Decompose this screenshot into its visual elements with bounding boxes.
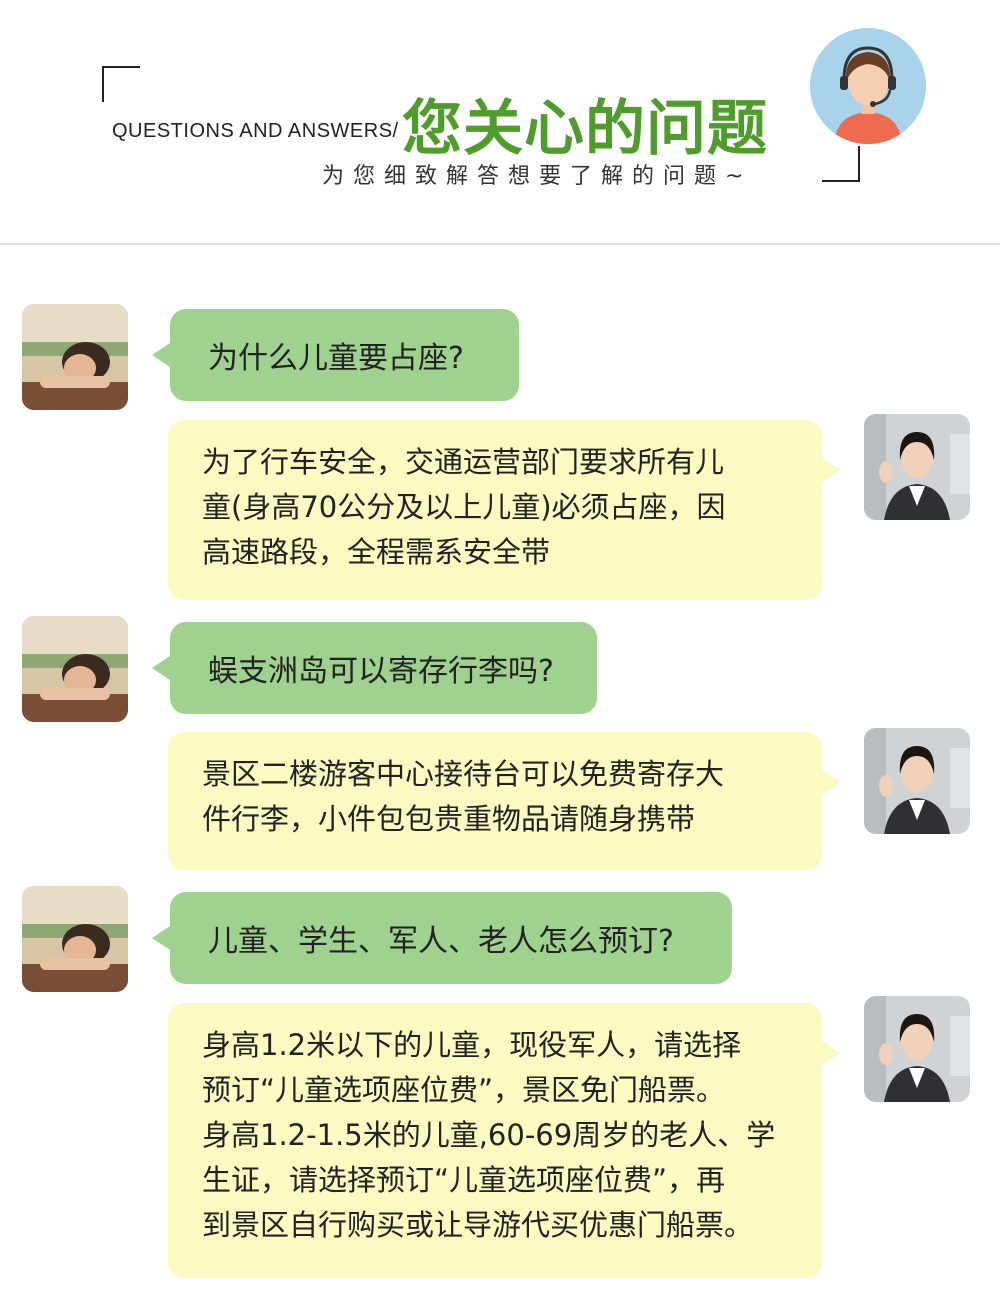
customer-avatar [22, 616, 128, 722]
answer-bubble: 为了行车安全，交通运营部门要求所有儿 童(身高70公分及以上儿童)必须占座，因 … [168, 420, 840, 600]
user-photo-icon [22, 304, 128, 410]
answer-line: 高速路段，全程需系安全带 [202, 535, 551, 569]
service-agent-photo-icon [864, 996, 970, 1102]
question-bubble: 蜈支洲岛可以寄存行李吗? [152, 622, 597, 714]
answer-line: 到景区自行购买或让导游代买优惠门船票。 [202, 1208, 754, 1242]
answer-text: 为了行车安全，交通运营部门要求所有儿 童(身高70公分及以上儿童)必须占座，因 … [202, 440, 788, 575]
question-text: 为什么儿童要占座? [208, 341, 464, 376]
question-text: 蜈支洲岛可以寄存行李吗? [208, 654, 554, 689]
answer-line: 为了行车安全，交通运营部门要求所有儿 [202, 445, 725, 479]
agent-avatar [864, 414, 970, 520]
question-text: 儿童、学生、军人、老人怎么预订? [208, 924, 674, 959]
answer-text: 身高1.2米以下的儿童，现役军人，请选择 预订“儿童选项座位费”，景区免门船票。… [202, 1023, 788, 1248]
corner-bracket-bottom-right [822, 146, 860, 182]
customer-avatar [22, 886, 128, 992]
page-subtitle: 为您细致解答想要了解的问题~ [322, 164, 753, 189]
question-bubble: 为什么儿童要占座? [152, 309, 519, 401]
header-divider [0, 243, 1000, 245]
answer-line: 童(身高70公分及以上儿童)必须占座，因 [202, 490, 726, 524]
answer-line: 身高1.2-1.5米的儿童,60-69周岁的老人、学 [202, 1118, 776, 1152]
answer-bubble: 景区二楼游客中心接待台可以免费寄存大 件行李，小件包包贵重物品请随身携带 [168, 732, 840, 870]
agent-avatar [864, 728, 970, 834]
user-photo-icon [22, 886, 128, 992]
page-title: 您关心的问题 [402, 94, 768, 164]
answer-line: 景区二楼游客中心接待台可以免费寄存大 [202, 757, 725, 791]
agent-avatar [864, 996, 970, 1102]
answer-text: 景区二楼游客中心接待台可以免费寄存大 件行李，小件包包贵重物品请随身携带 [202, 752, 788, 842]
page-header: QUESTIONS AND ANSWERS/ 您关心的问题 为您细致解答想要了解… [0, 0, 1000, 245]
answer-line: 身高1.2米以下的儿童，现役军人，请选择 [202, 1028, 742, 1062]
service-agent-photo-icon [864, 414, 970, 520]
corner-bracket-top-left [102, 66, 140, 102]
customer-avatar [22, 304, 128, 410]
headset-agent-icon [810, 28, 926, 144]
english-title: QUESTIONS AND ANSWERS/ [112, 120, 399, 142]
question-bubble: 儿童、学生、军人、老人怎么预订? [152, 892, 732, 984]
answer-line: 生证，请选择预订“儿童选项座位费”，再 [202, 1163, 726, 1197]
answer-line: 预订“儿童选项座位费”，景区免门船票。 [202, 1073, 726, 1107]
answer-line: 件行李，小件包包贵重物品请随身携带 [202, 802, 696, 836]
service-agent-photo-icon [864, 728, 970, 834]
user-photo-icon [22, 616, 128, 722]
answer-bubble: 身高1.2米以下的儿童，现役军人，请选择 预订“儿童选项座位费”，景区免门船票。… [168, 1003, 840, 1278]
